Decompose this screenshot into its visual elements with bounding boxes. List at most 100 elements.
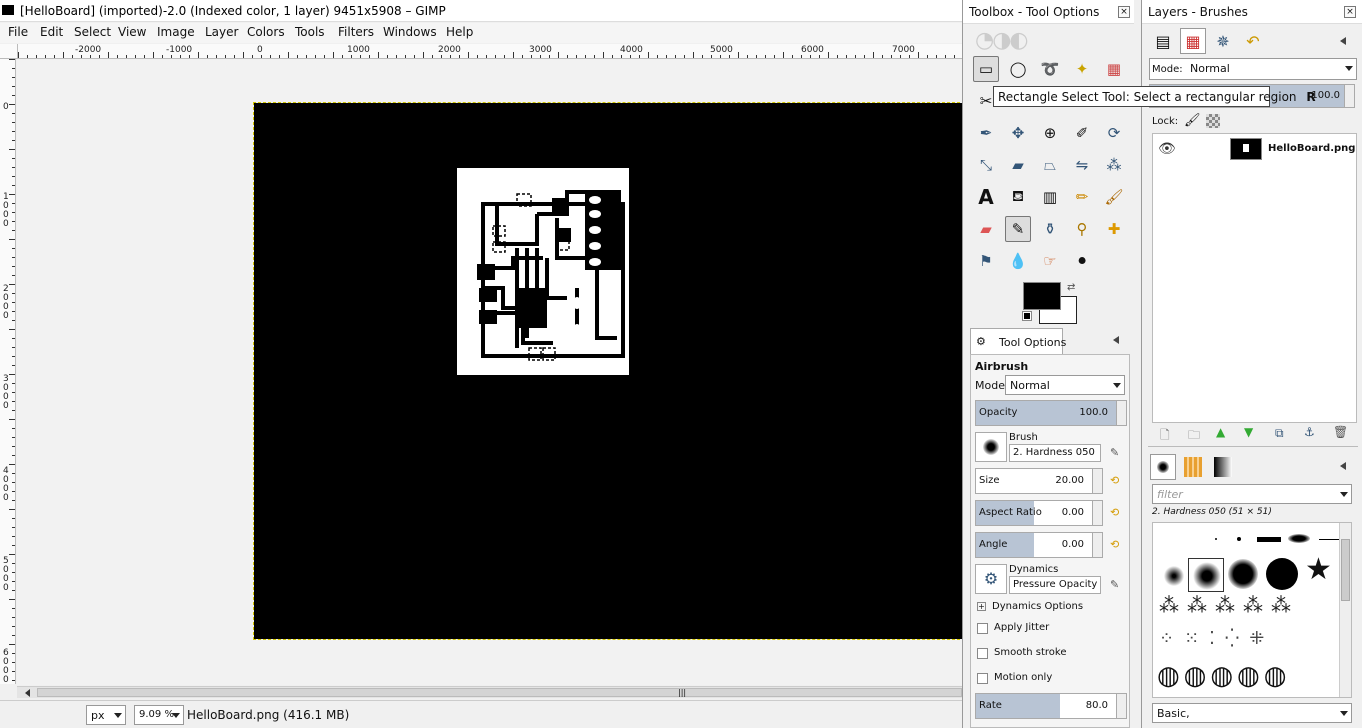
fuzzy-select-tool-icon[interactable]: ✦ xyxy=(1069,56,1095,82)
motion-only-checkbox[interactable] xyxy=(977,673,988,684)
brush-name-field[interactable]: 2. Hardness 050 xyxy=(1009,444,1101,462)
mode-select[interactable]: Normal xyxy=(1005,375,1125,395)
tab-paths-icon[interactable]: ✵ xyxy=(1210,28,1236,54)
new-layer-icon[interactable]: 🗋 xyxy=(1160,426,1170,447)
reset-angle-icon[interactable]: ⟲ xyxy=(1110,538,1122,551)
angle-field[interactable]: Angle 0.00 xyxy=(975,532,1103,558)
free-select-tool-icon[interactable]: ➰ xyxy=(1037,56,1063,82)
pcb-board-image[interactable] xyxy=(457,168,629,375)
tab-tool-options[interactable]: ⚙ Tool Options xyxy=(970,328,1066,354)
brush-filter-input[interactable]: filter xyxy=(1152,484,1352,504)
dynamics-options-expander[interactable]: Dynamics Options xyxy=(992,601,1083,612)
ink-tool-icon[interactable]: ⚱ xyxy=(1037,216,1063,242)
close-icon[interactable]: × xyxy=(1118,6,1130,18)
tab-menu-icon[interactable] xyxy=(1113,336,1119,344)
select-by-color-tool-icon[interactable]: ▦ xyxy=(1101,56,1127,82)
dynamics-button[interactable]: ⚙ xyxy=(975,564,1007,594)
brushes-scrollbar[interactable] xyxy=(1339,523,1351,697)
brush-item[interactable] xyxy=(1163,565,1185,587)
text-tool-icon[interactable]: A xyxy=(973,184,999,210)
perspective-tool-icon[interactable]: ⏢ xyxy=(1037,152,1063,178)
splatter-brushes-row[interactable]: ⁘⁙⁚⁛⁜ xyxy=(1159,628,1274,649)
ruler-corner[interactable] xyxy=(0,44,18,74)
star-brush-icon[interactable]: ★ xyxy=(1305,555,1332,585)
tab-patterns-icon[interactable] xyxy=(1180,454,1206,480)
eye-icon[interactable]: 👁 xyxy=(1158,141,1176,157)
smudge-tool-icon[interactable]: ☞ xyxy=(1037,248,1063,274)
menu-layer[interactable]: Layer xyxy=(205,25,238,39)
smooth-stroke-checkbox[interactable] xyxy=(977,648,988,659)
blur-sharpen-tool-icon[interactable]: 💧 xyxy=(1005,248,1031,274)
close-icon[interactable]: × xyxy=(1344,6,1356,18)
pencil-tool-icon[interactable]: ✏ xyxy=(1069,184,1095,210)
menu-file[interactable]: File xyxy=(8,25,28,39)
ellipse-select-tool-icon[interactable]: ◯ xyxy=(1005,56,1031,82)
brush-item[interactable] xyxy=(1228,559,1258,589)
rotate-tool-icon[interactable]: ⟳ xyxy=(1101,120,1127,146)
lock-pixels-icon[interactable]: 🖌 xyxy=(1184,113,1201,128)
default-colors-icon[interactable] xyxy=(1022,311,1032,321)
clone-tool-icon[interactable]: ⚲ xyxy=(1069,216,1095,242)
tab-menu-icon[interactable] xyxy=(1340,462,1346,470)
brush-item[interactable] xyxy=(1288,534,1310,543)
lock-alpha-icon[interactable] xyxy=(1206,114,1220,128)
spin-buttons[interactable] xyxy=(1092,469,1102,493)
foreground-color-swatch[interactable] xyxy=(1023,282,1061,310)
tab-brushes-icon[interactable] xyxy=(1150,454,1176,480)
menu-tools[interactable]: Tools xyxy=(295,25,325,39)
tab-layers-icon[interactable]: ▤ xyxy=(1150,28,1176,54)
duplicate-layer-icon[interactable]: ⧉ xyxy=(1275,426,1284,441)
anchor-layer-icon[interactable]: ⚓ xyxy=(1304,425,1315,439)
expand-icon[interactable]: + xyxy=(977,602,986,611)
heal-tool-icon[interactable]: ✚ xyxy=(1101,216,1127,242)
zoom-select[interactable]: 9.09 % xyxy=(134,705,184,725)
menu-help[interactable]: Help xyxy=(446,25,473,39)
scrollbar-thumb[interactable]: ||| xyxy=(37,688,962,697)
spin-buttons[interactable] xyxy=(1344,85,1354,107)
edit-brush-icon[interactable]: ✎ xyxy=(1110,446,1122,459)
eraser-tool-icon[interactable]: ▰ xyxy=(973,216,999,242)
size-field[interactable]: Size 20.00 xyxy=(975,468,1103,494)
tab-undo-icon[interactable]: ↶ xyxy=(1240,28,1266,54)
brush-item-selected[interactable] xyxy=(1188,558,1224,592)
flip-tool-icon[interactable]: ⇋ xyxy=(1069,152,1095,178)
scrollbar-thumb[interactable] xyxy=(1341,539,1350,601)
brush-item[interactable] xyxy=(1266,558,1298,590)
horizontal-ruler[interactable]: -2000 -1000 0 1000 2000 3000 4000 5000 6… xyxy=(18,44,962,59)
vertical-ruler[interactable]: 0 1000 2000 3000 4000 5000 6000 xyxy=(0,59,16,685)
menu-image[interactable]: Image xyxy=(157,25,195,39)
perspective-clone-tool-icon[interactable]: ⚑ xyxy=(973,248,999,274)
swap-colors-icon[interactable]: ⇄ xyxy=(1067,282,1075,293)
opacity-slider[interactable]: Opacity 100.0 xyxy=(975,400,1127,426)
menu-windows[interactable]: Windows xyxy=(383,25,437,39)
spin-buttons[interactable] xyxy=(1092,533,1102,557)
move-tool-icon[interactable]: ✥ xyxy=(1005,120,1031,146)
lower-layer-icon[interactable]: ▼ xyxy=(1244,425,1253,439)
dodge-burn-tool-icon[interactable]: ⚫ xyxy=(1069,248,1095,274)
new-layer-group-icon[interactable]: 🗀 xyxy=(1188,426,1200,447)
scroll-left-icon[interactable] xyxy=(25,689,30,697)
tab-gradients-icon[interactable] xyxy=(1210,454,1236,480)
reset-aspect-icon[interactable]: ⟲ xyxy=(1110,506,1122,519)
brushes-grid[interactable]: ★ ⁂⁂⁂⁂⁂ ⁘⁙⁚⁛⁜ ◍◍◍◍◍ xyxy=(1152,522,1352,698)
aspect-ratio-field[interactable]: Aspect Ratio 0.00 xyxy=(975,500,1103,526)
menu-colors[interactable]: Colors xyxy=(247,25,285,39)
delete-layer-icon[interactable]: 🗑 xyxy=(1333,425,1348,439)
blend-tool-icon[interactable]: ▥ xyxy=(1037,184,1063,210)
tab-channels-icon[interactable]: ▦ xyxy=(1180,28,1206,54)
unit-select[interactable]: px xyxy=(86,705,126,725)
brush-tag-field[interactable]: Basic, xyxy=(1152,703,1352,723)
rectangle-select-tool-icon[interactable]: ▭ xyxy=(973,56,999,82)
spin-buttons[interactable] xyxy=(1116,401,1126,425)
reset-size-icon[interactable]: ⟲ xyxy=(1110,474,1122,487)
menu-select[interactable]: Select xyxy=(74,25,111,39)
menu-view[interactable]: View xyxy=(118,25,146,39)
dynamics-name-field[interactable]: Pressure Opacity xyxy=(1009,576,1101,594)
shear-tool-icon[interactable]: ▰ xyxy=(1005,152,1031,178)
brush-item[interactable] xyxy=(1215,538,1217,540)
paths-tool-icon[interactable]: ✒ xyxy=(973,120,999,146)
apply-jitter-checkbox[interactable] xyxy=(977,623,988,634)
tab-menu-icon[interactable] xyxy=(1340,37,1346,45)
bucket-fill-tool-icon[interactable]: ⛾ xyxy=(1005,184,1031,210)
brush-item[interactable] xyxy=(1237,537,1241,541)
